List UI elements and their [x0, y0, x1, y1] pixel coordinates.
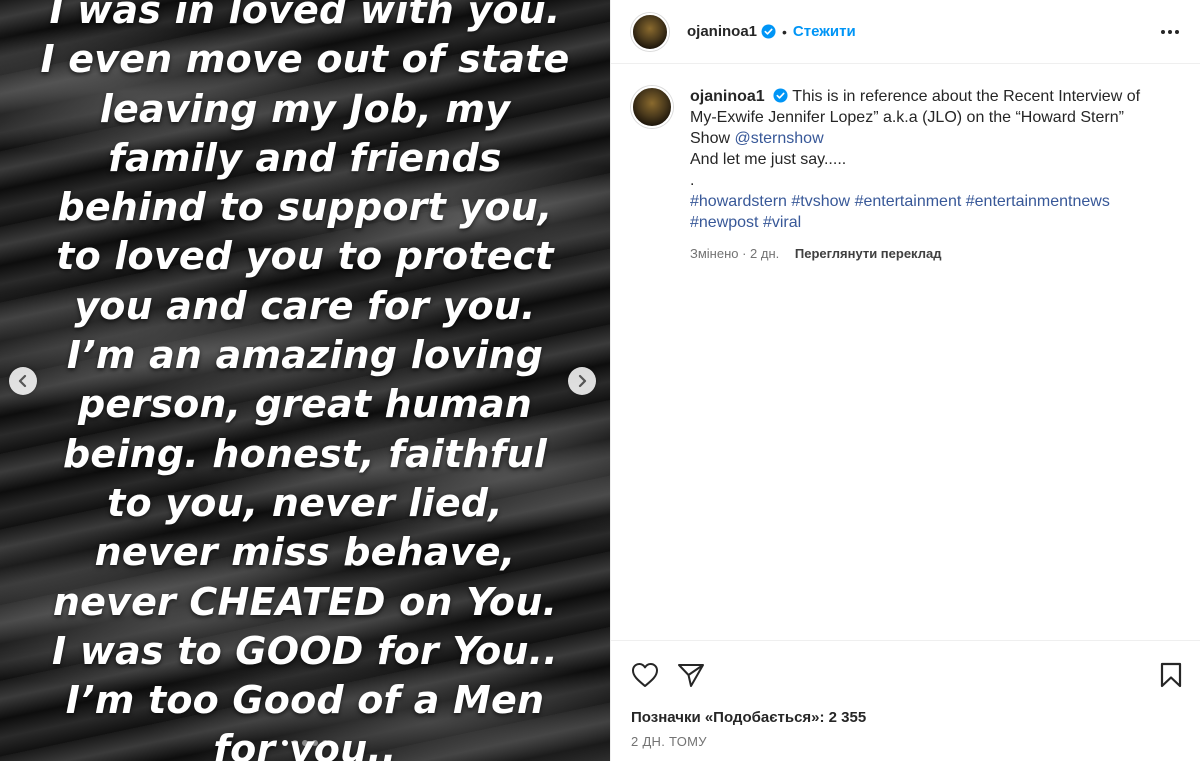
like-button[interactable]	[629, 659, 661, 691]
follow-button[interactable]: Стежити	[793, 23, 856, 40]
media-text-line: never miss behave,	[94, 530, 516, 575]
bookmark-icon	[1160, 662, 1182, 688]
share-button[interactable]	[675, 659, 707, 691]
media-text: I was in loved with you. I even move out…	[0, 0, 610, 761]
caption-text: ojaninoa1 This is in reference about the…	[690, 86, 1160, 264]
media-text-line: I even move out of state	[40, 37, 570, 82]
hashtag-link[interactable]: #newpost	[690, 214, 759, 231]
chevron-right-icon	[578, 374, 587, 388]
post-sidebar: ojaninoa1 • Стежити ojaninoa1 This is in…	[610, 0, 1200, 761]
previous-slide-button[interactable]	[9, 367, 37, 395]
header-username[interactable]: ojaninoa1	[687, 23, 757, 40]
edited-label: Змінено · 2 дн.	[690, 246, 780, 261]
caption-meta: Змінено · 2 дн. Переглянути переклад	[690, 243, 1160, 264]
caption-line: .	[690, 172, 695, 189]
action-bar: Позначки «Подобається»: 2 355 2 ДН. ТОМУ	[611, 640, 1200, 761]
separator: •	[782, 23, 787, 40]
media-text-line: I was to GOOD for You..	[52, 628, 558, 673]
carousel-dot	[302, 740, 308, 746]
media-text-line: to you, never lied,	[107, 480, 503, 525]
media-text-line: you and care for you.	[74, 283, 536, 328]
mention-link[interactable]: @sternshow	[734, 130, 823, 147]
media-text-line: to loved you to protect	[56, 234, 554, 279]
post-date[interactable]: 2 ДН. ТОМУ	[631, 734, 707, 749]
hashtag-link[interactable]: #howardstern	[690, 193, 787, 210]
avatar[interactable]	[631, 12, 669, 51]
media-text-line: leaving my Job, my	[99, 86, 511, 131]
post-media[interactable]: I was in loved with you. I even move out…	[0, 0, 610, 761]
carousel-dot	[292, 740, 298, 746]
hashtag-link[interactable]: #entertainment	[855, 193, 962, 210]
media-text-line: family and friends	[108, 135, 502, 180]
media-text-line: never CHEATED on You.	[52, 579, 558, 624]
save-button[interactable]	[1155, 659, 1187, 691]
carousel-indicator	[0, 740, 610, 746]
heart-icon	[632, 663, 658, 687]
post-header: ojaninoa1 • Стежити	[611, 0, 1200, 64]
caption-avatar[interactable]	[631, 86, 673, 128]
more-options-icon[interactable]	[1158, 22, 1182, 42]
media-text-line: being. honest, faithful	[63, 431, 547, 476]
carousel-dot	[312, 740, 318, 746]
media-text-line: I’m too Good of a Men	[65, 678, 545, 723]
hashtag-list: #howardstern #tvshow #entertainment #ent…	[690, 191, 1160, 233]
likes-count[interactable]: Позначки «Подобається»: 2 355	[631, 709, 866, 726]
media-text-line: I’m an amazing loving	[66, 333, 544, 378]
media-text-line: I was in loved with you.	[49, 0, 561, 32]
caption-username[interactable]: ojaninoa1	[690, 88, 765, 105]
verified-badge-icon	[761, 24, 776, 39]
caption-section: ojaninoa1 This is in reference about the…	[611, 64, 1200, 640]
hashtag-link[interactable]: #viral	[763, 214, 801, 231]
media-text-line: person, great human	[77, 382, 533, 427]
verified-badge-icon	[773, 88, 788, 103]
carousel-dot	[322, 740, 328, 746]
hashtag-link[interactable]: #entertainmentnews	[966, 193, 1110, 210]
next-slide-button[interactable]	[568, 367, 596, 395]
media-text-line: behind to support you,	[57, 185, 553, 230]
chevron-left-icon	[18, 374, 27, 388]
carousel-dot	[282, 740, 288, 746]
paper-plane-icon	[678, 664, 704, 687]
hashtag-link[interactable]: #tvshow	[791, 193, 850, 210]
see-translation-button[interactable]: Переглянути переклад	[795, 246, 942, 261]
caption-line: And let me just say.....	[690, 151, 847, 168]
